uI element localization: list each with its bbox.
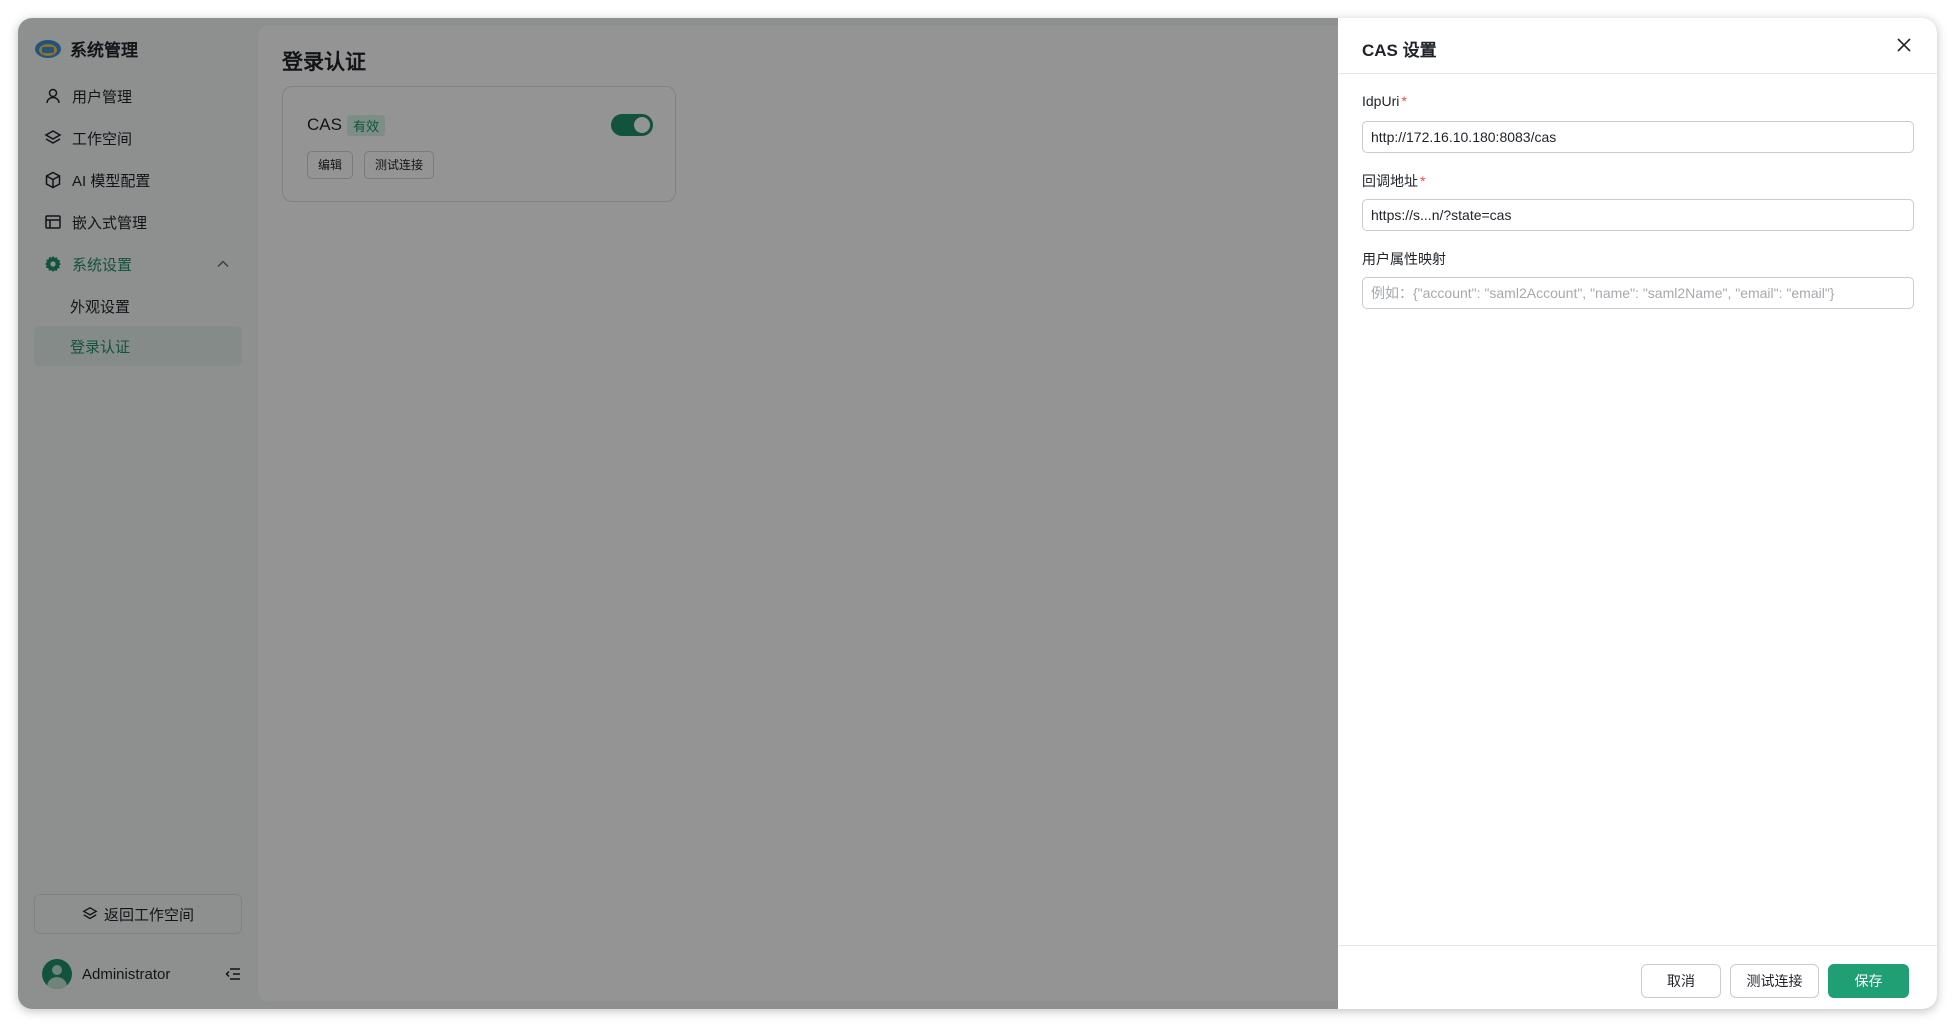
- callback-url-label: 回调地址 *: [1362, 171, 1425, 191]
- drawer-title: CAS 设置: [1362, 41, 1437, 60]
- field-label-text: 用户属性映射: [1362, 251, 1446, 267]
- save-button[interactable]: 保存: [1828, 964, 1909, 998]
- close-icon[interactable]: [1893, 34, 1915, 56]
- test-connection-button[interactable]: 测试连接: [1730, 964, 1819, 998]
- callback-url-input[interactable]: [1362, 199, 1914, 231]
- cas-settings-drawer: CAS 设置 IdpUri* 回调地址* 用户属性映射 取消 测试连接 保存: [1338, 18, 1937, 1009]
- required-mark: *: [1420, 173, 1426, 189]
- drawer-footer: 取消 测试连接 保存: [1338, 945, 1937, 1009]
- drawer-header: CAS 设置: [1338, 18, 1937, 74]
- field-label-text: IdpUri: [1362, 93, 1400, 109]
- required-mark: *: [1401, 93, 1407, 109]
- app-window: 系统管理 用户管理 工作空间 AI 模型配置 嵌入式管理 系统设置 外观设置 登…: [18, 18, 1937, 1009]
- user-attr-mapping-input[interactable]: [1362, 277, 1914, 309]
- user-attr-mapping-label: 用户属性映射: [1362, 249, 1446, 269]
- field-label-text: 回调地址: [1362, 173, 1418, 189]
- idpuri-label: IdpUri *: [1362, 93, 1407, 109]
- idpuri-input[interactable]: [1362, 121, 1914, 153]
- cancel-button[interactable]: 取消: [1641, 964, 1721, 998]
